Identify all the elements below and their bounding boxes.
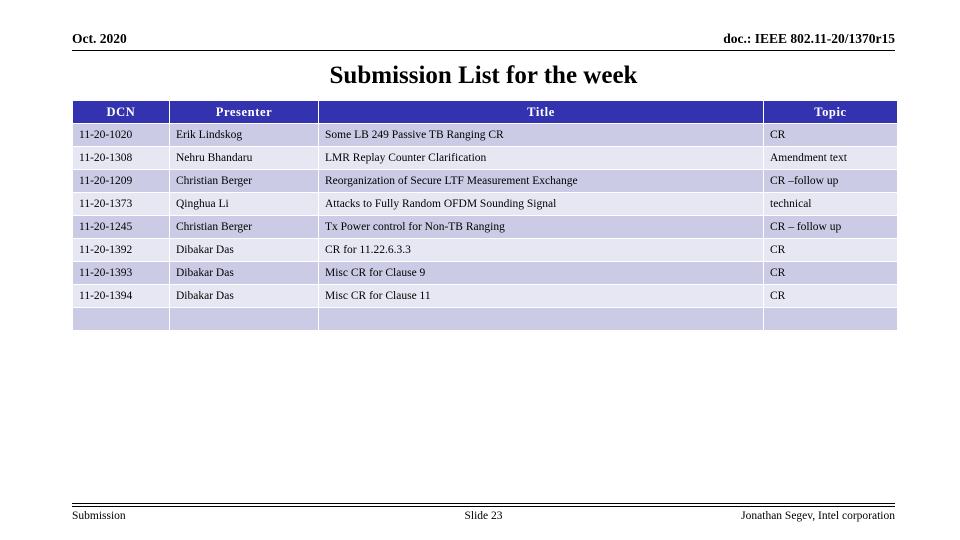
cell-dcn: 11-20-1393 — [73, 262, 169, 284]
cell-presenter: Nehru Bhandaru — [170, 147, 318, 169]
table-body: 11-20-1020 Erik Lindskog Some LB 249 Passi… — [73, 124, 897, 330]
submission-list-table: DCN Presenter Title Topic 11-20-1020 Erik… — [72, 100, 898, 331]
cell-presenter: Erik Lindskog — [170, 124, 318, 146]
cell-topic: CR – follow up — [764, 216, 897, 238]
cell-topic: CR –follow up — [764, 170, 897, 192]
cell-dcn: 11-20-1308 — [73, 147, 169, 169]
table-row: 11-20-1245 Christian Berger Tx Power contr… — [73, 216, 897, 238]
cell-title: CR for 11.22.6.3.3 — [319, 239, 763, 261]
footer-rule — [72, 506, 895, 507]
table-row: 11-20-1394 Dibakar Das Misc CR for Clause … — [73, 285, 897, 307]
cell-presenter: Dibakar Das — [170, 239, 318, 261]
cell-presenter: Christian Berger — [170, 216, 318, 238]
table-row: 11-20-1209 Christian Berger Reorganization… — [73, 170, 897, 192]
cell-topic: CR — [764, 124, 897, 146]
cell-presenter: Christian Berger — [170, 170, 318, 192]
cell-presenter: Dibakar Das — [170, 262, 318, 284]
cell-topic — [764, 308, 897, 330]
table-header: DCN Presenter Title Topic — [73, 101, 897, 123]
slide-header: Oct. 2020 doc.: IEEE 802.11-20/1370r15 — [72, 30, 895, 51]
column-header-presenter: Presenter — [170, 101, 318, 123]
table-header-row: DCN Presenter Title Topic — [73, 101, 897, 123]
cell-topic: technical — [764, 193, 897, 215]
cell-presenter: Qinghua Li — [170, 193, 318, 215]
header-date: Oct. 2020 — [72, 31, 127, 46]
cell-dcn: 11-20-1373 — [73, 193, 169, 215]
cell-topic: CR — [764, 285, 897, 307]
column-header-dcn: DCN — [73, 101, 169, 123]
column-header-topic: Topic — [764, 101, 897, 123]
cell-topic: CR — [764, 262, 897, 284]
cell-dcn: 11-20-1020 — [73, 124, 169, 146]
cell-presenter: Dibakar Das — [170, 285, 318, 307]
footer-author: Jonathan Segev, Intel corporation — [741, 510, 895, 522]
column-header-title: Title — [319, 101, 763, 123]
table-row: 11-20-1393 Dibakar Das Misc CR for Clause … — [73, 262, 897, 284]
cell-topic: Amendment text — [764, 147, 897, 169]
slide-footer: Submission Slide 23 Jonathan Segev, Inte… — [72, 503, 895, 528]
cell-title: LMR Replay Counter Clarification — [319, 147, 763, 169]
header-doc-id: doc.: IEEE 802.11-20/1370r15 — [723, 31, 895, 46]
table-row: 11-20-1373 Qinghua Li Attacks to Fully Ran… — [73, 193, 897, 215]
cell-dcn: 11-20-1209 — [73, 170, 169, 192]
cell-title — [319, 308, 763, 330]
cell-title: Some LB 249 Passive TB Ranging CR — [319, 124, 763, 146]
cell-title: Reorganization of Secure LTF Measurement… — [319, 170, 763, 192]
table-row: 11-20-1308 Nehru Bhandaru LMR Replay Count… — [73, 147, 897, 169]
table-row: 11-20-1392 Dibakar Das CR for 11.22.6.3.3 C… — [73, 239, 897, 261]
table-row: 11-20-1020 Erik Lindskog Some LB 249 Passi… — [73, 124, 897, 146]
table-row — [73, 308, 897, 330]
cell-dcn — [73, 308, 169, 330]
cell-title: Tx Power control for Non-TB Ranging — [319, 216, 763, 238]
cell-topic: CR — [764, 239, 897, 261]
cell-dcn: 11-20-1245 — [73, 216, 169, 238]
cell-dcn: 11-20-1392 — [73, 239, 169, 261]
cell-presenter — [170, 308, 318, 330]
cell-title: Misc CR for Clause 11 — [319, 285, 763, 307]
page-title: Submission List for the week — [329, 62, 638, 89]
cell-title: Attacks to Fully Random OFDM Sounding Si… — [319, 193, 763, 215]
cell-dcn: 11-20-1394 — [73, 285, 169, 307]
cell-title: Misc CR for Clause 9 — [319, 262, 763, 284]
